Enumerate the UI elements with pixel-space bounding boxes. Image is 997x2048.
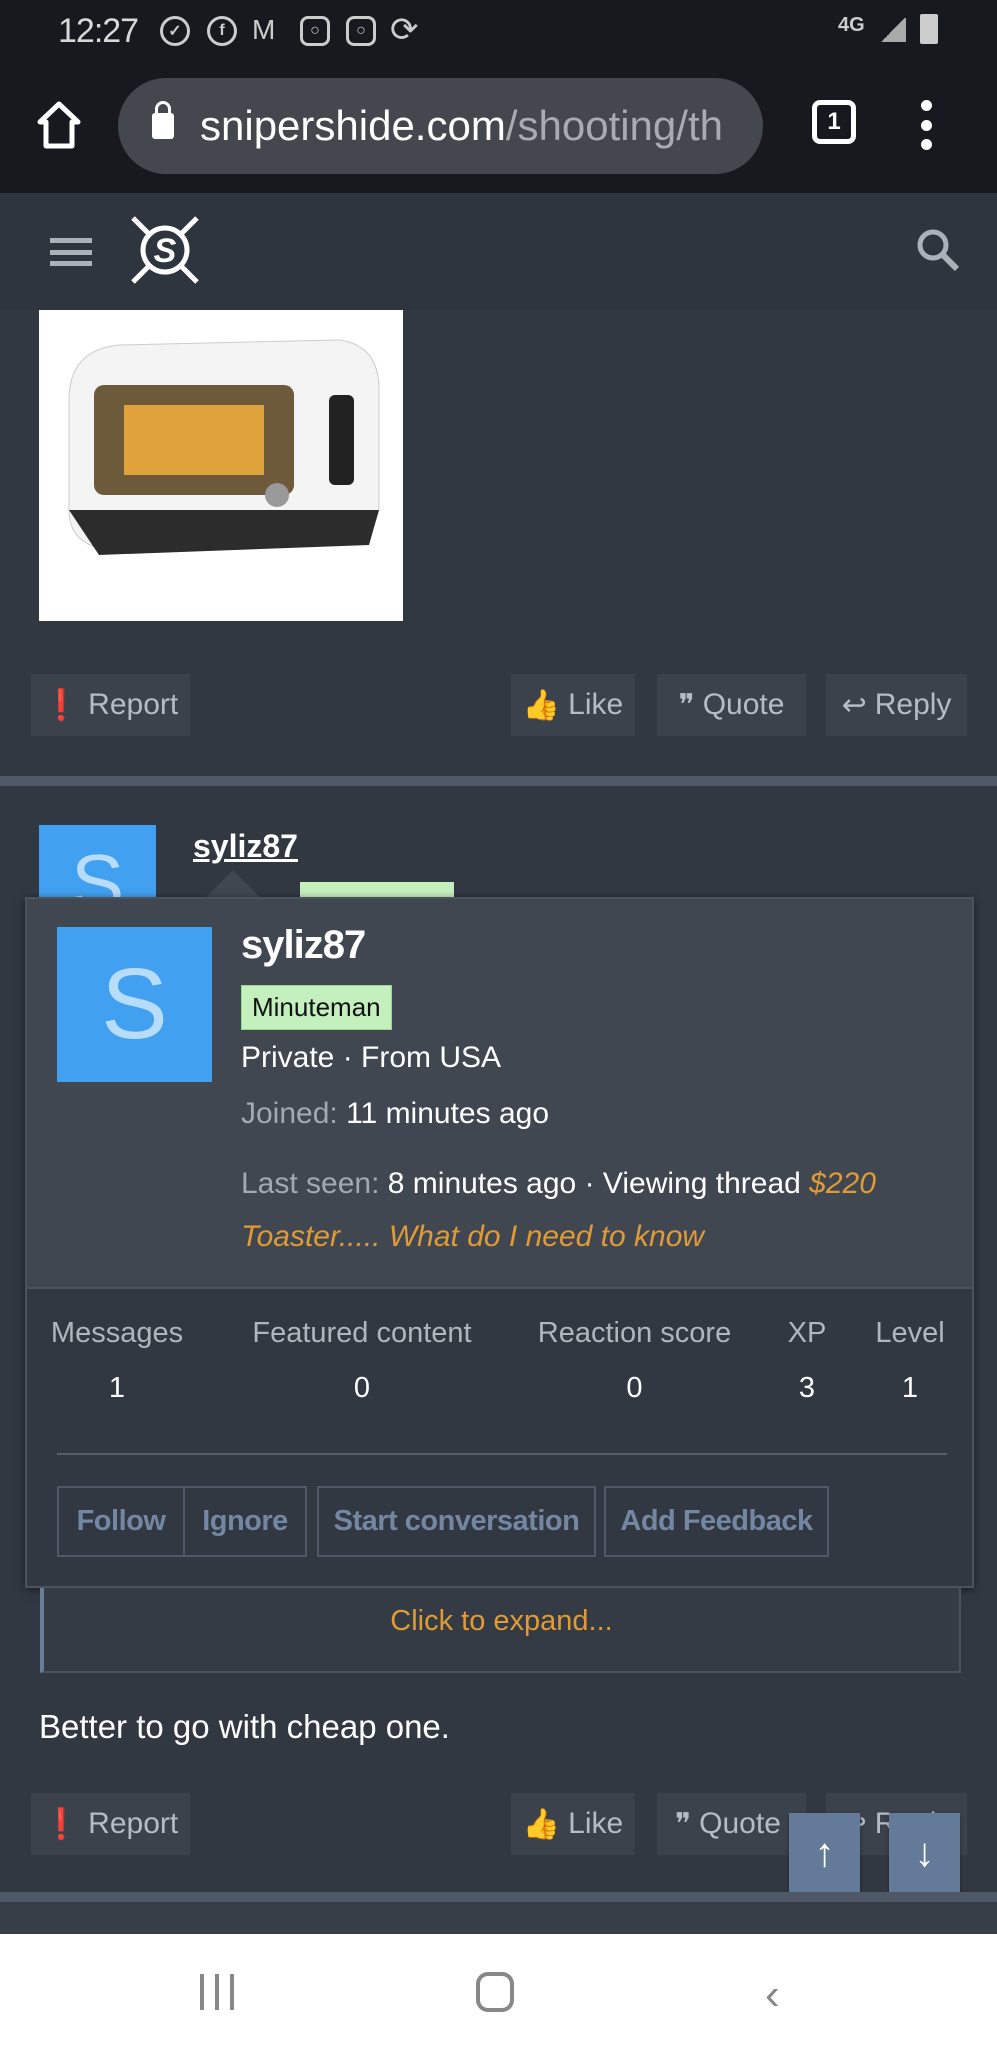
stat-messages[interactable]: Messages 1 <box>47 1317 187 1405</box>
like-label: Like <box>568 688 624 721</box>
like-label: Like <box>568 1807 624 1840</box>
thumbs-up-icon: 👍 <box>522 688 561 722</box>
svg-text:S: S <box>154 232 177 270</box>
report-label: Report <box>88 688 179 721</box>
member-tooltip-header: S syliz87 Minuteman Private · From USA J… <box>27 899 972 1289</box>
stat-label: Level <box>875 1317 945 1349</box>
report-icon: ❗ <box>42 1807 81 1841</box>
member-stats: Messages 1 Featured content 0 Reaction sco… <box>27 1317 972 1437</box>
network-indicator: 4G <box>838 14 865 36</box>
last-seen-label: Last seen: <box>241 1167 380 1200</box>
clock: 12:27 <box>58 12 139 50</box>
home-icon[interactable] <box>36 100 82 150</box>
report-button[interactable]: ❗ Report <box>31 1793 190 1855</box>
report-icon: ❗ <box>42 688 81 722</box>
search-icon[interactable] <box>915 227 961 273</box>
status-bar: 12:27 ✓ f M ○ ○ ⟳ 4G <box>0 0 997 62</box>
like-button[interactable]: 👍 Like <box>511 1793 635 1855</box>
site-logo[interactable]: S <box>125 210 205 290</box>
url-host: snipershide.com <box>200 102 506 149</box>
stat-featured-content[interactable]: Featured content 0 <box>242 1317 482 1405</box>
reply-icon: ↩ <box>841 688 867 722</box>
stat-value: 0 <box>353 1372 371 1404</box>
stat-value: 1 <box>901 1372 919 1404</box>
ignore-button[interactable]: Ignore <box>183 1486 307 1557</box>
member-joined: Joined: 11 minutes ago <box>241 1097 549 1131</box>
thumbs-up-icon: 👍 <box>522 1807 561 1841</box>
reply-label: Reply <box>874 688 952 721</box>
stat-level: Level 1 <box>865 1317 955 1405</box>
quote-label: Quote <box>699 1807 781 1840</box>
post-separator <box>0 776 997 786</box>
tab-switcher-button[interactable]: 1 <box>812 100 856 144</box>
url-bar[interactable]: snipershide.com/shooting/th <box>118 78 763 174</box>
scroll-up-button[interactable]: ↑ <box>789 1813 860 1894</box>
browser-menu-icon[interactable] <box>920 100 932 150</box>
member-avatar[interactable]: S <box>57 927 212 1082</box>
member-tooltip: S syliz87 Minuteman Private · From USA J… <box>25 897 974 1588</box>
divider <box>57 1453 947 1455</box>
start-conversation-button[interactable]: Start conversation <box>317 1486 596 1557</box>
report-label: Report <box>88 1807 179 1840</box>
stat-label: Messages <box>50 1317 184 1349</box>
stat-label: Featured content <box>252 1317 472 1349</box>
post-separator <box>0 1892 997 1902</box>
joined-label: Joined: <box>241 1097 338 1130</box>
reply-button[interactable]: ↩Reply <box>826 674 967 736</box>
quote-button[interactable]: ❞ Quote <box>657 1793 806 1855</box>
hamburger-menu-icon[interactable] <box>50 238 92 266</box>
follow-button[interactable]: Follow <box>57 1486 185 1557</box>
stat-reaction-score[interactable]: Reaction score 0 <box>527 1317 742 1405</box>
url-path: /shooting/th <box>505 102 723 149</box>
last-seen-value: 8 minutes ago · Viewing thread <box>387 1167 810 1200</box>
member-name[interactable]: syliz87 <box>241 923 366 968</box>
instagram-icon: ○ <box>300 16 330 46</box>
post-body: Better to go with cheap one. <box>39 1708 450 1745</box>
post-username[interactable]: syliz87 <box>193 828 298 865</box>
home-nav-icon[interactable] <box>476 1972 514 2012</box>
gmail-icon: M <box>252 14 276 45</box>
recent-apps-icon[interactable] <box>200 1974 234 2010</box>
like-button[interactable]: 👍 Like <box>511 674 635 736</box>
quote-icon: ❞ <box>675 1807 692 1841</box>
instagram-icon: ○ <box>346 16 376 46</box>
quote-block: Click to expand... <box>40 1588 961 1673</box>
quote-button[interactable]: ❞ Quote <box>657 674 806 736</box>
next-post-area <box>0 1902 997 1934</box>
scroll-down-button[interactable]: ↓ <box>889 1813 960 1894</box>
android-nav-bar: ‹ <box>0 1934 997 2048</box>
sync-icon: ⟳ <box>390 11 419 49</box>
toaster-image[interactable] <box>39 310 403 621</box>
signal-icon <box>880 18 906 42</box>
report-button[interactable]: ❗ Report <box>31 674 190 736</box>
popup-pointer <box>205 870 261 898</box>
facebook-icon: f <box>207 16 237 46</box>
member-last-seen: Last seen: 8 minutes ago · Viewing threa… <box>241 1157 951 1263</box>
check-icon: ✓ <box>160 16 190 46</box>
quote-label: Quote <box>702 688 785 721</box>
stat-xp: XP 3 <box>777 1317 837 1405</box>
stat-value: 0 <box>626 1372 643 1404</box>
battery-icon <box>920 14 938 44</box>
stat-value: 3 <box>798 1372 816 1404</box>
stat-value: 1 <box>108 1372 126 1404</box>
click-to-expand-link[interactable]: Click to expand... <box>44 1588 959 1638</box>
back-icon[interactable]: ‹ <box>765 1970 780 2020</box>
member-badge: Minuteman <box>241 985 392 1030</box>
joined-value: 11 minutes ago <box>346 1097 550 1130</box>
quote-icon: ❞ <box>678 688 695 722</box>
stat-label: XP <box>787 1317 827 1349</box>
member-info: Private · From USA <box>241 1041 502 1074</box>
lock-icon <box>152 101 174 139</box>
add-feedback-button[interactable]: Add Feedback <box>604 1486 829 1557</box>
stat-label: Reaction score <box>537 1317 732 1349</box>
